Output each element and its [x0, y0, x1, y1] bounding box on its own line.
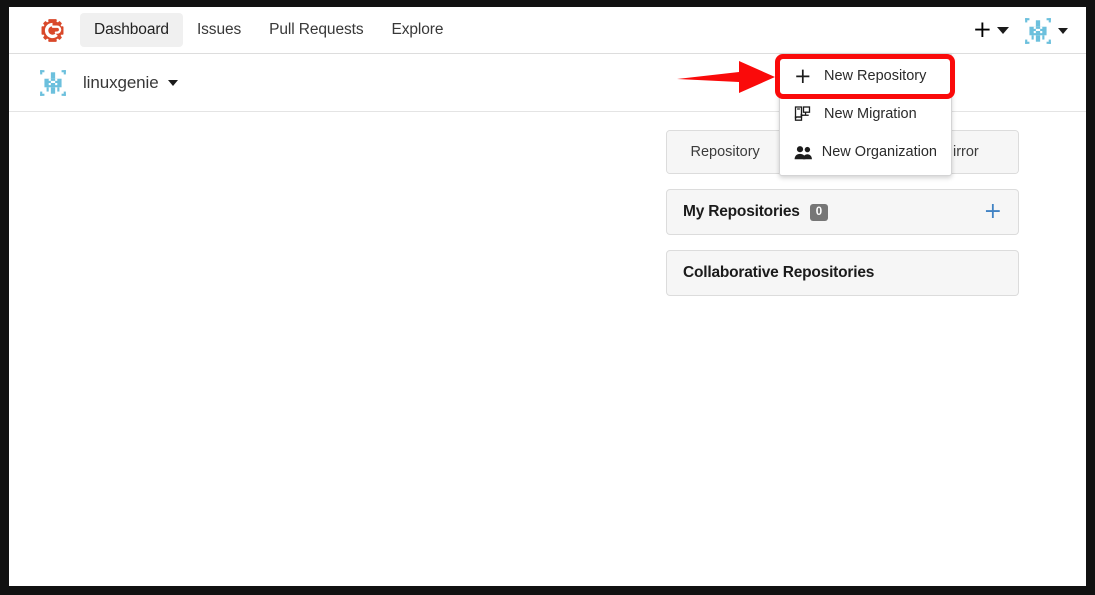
nav-item-explore-label: Explore: [391, 21, 444, 38]
tab-repository[interactable]: Repository: [667, 131, 785, 173]
my-repositories-panel: My Repositories 0 +: [666, 189, 1019, 235]
add-repository-button[interactable]: +: [984, 201, 1002, 223]
nav-item-dashboard-label: Dashboard: [94, 21, 169, 38]
username-label[interactable]: linuxgenie: [83, 73, 159, 93]
user-menu-button[interactable]: [1023, 15, 1068, 46]
screenshot-frame: Dashboard Issues Pull Requests Explore +: [0, 0, 1095, 595]
gitea-logo-icon[interactable]: [38, 16, 66, 44]
nav-item-pull-requests[interactable]: Pull Requests: [255, 13, 377, 47]
my-repositories-header: My Repositories 0 +: [667, 190, 1018, 234]
tab-repository-label: Repository: [690, 144, 760, 160]
chevron-down-icon: [1058, 27, 1068, 34]
collaborative-repositories-title: Collaborative Repositories: [683, 264, 875, 281]
menu-item-new-repository-label: New Repository: [824, 68, 927, 84]
create-new-menu-button[interactable]: +: [973, 19, 1009, 42]
collaborative-repositories-panel: Collaborative Repositories: [666, 250, 1019, 296]
top-navigation-bar: Dashboard Issues Pull Requests Explore +: [9, 7, 1086, 54]
nav-item-explore[interactable]: Explore: [377, 13, 457, 47]
chevron-down-icon[interactable]: [167, 79, 178, 86]
navbar-right-controls: +: [973, 7, 1068, 54]
plus-icon: +: [972, 17, 992, 43]
nav-item-issues-label: Issues: [196, 21, 242, 38]
menu-item-new-organization[interactable]: New Organization: [780, 133, 951, 171]
gitea-dashboard-page: Dashboard Issues Pull Requests Explore +: [9, 7, 1086, 586]
my-repositories-title: My Repositories: [683, 203, 800, 220]
menu-item-new-organization-label: New Organization: [821, 144, 937, 160]
red-arrow-right-icon: [677, 57, 777, 102]
collaborative-repositories-header: Collaborative Repositories: [667, 251, 1018, 295]
menu-item-new-migration[interactable]: New Migration: [780, 95, 951, 133]
menu-item-new-migration-label: New Migration: [824, 106, 917, 122]
organization-people-icon: [794, 145, 814, 160]
user-avatar-identicon: [38, 67, 68, 98]
my-repositories-count-badge: 0: [809, 203, 829, 221]
create-new-dropdown-menu: + New Repository New Migration New Organ…: [779, 53, 952, 176]
nav-item-dashboard[interactable]: Dashboard: [80, 13, 183, 47]
menu-item-new-repository[interactable]: + New Repository: [780, 57, 951, 95]
plus-icon: +: [794, 63, 812, 88]
nav-item-pull-requests-label: Pull Requests: [269, 21, 364, 38]
repo-migrate-icon: [794, 106, 816, 122]
nav-item-issues[interactable]: Issues: [183, 13, 255, 47]
nav-links: Dashboard Issues Pull Requests Explore: [80, 13, 457, 47]
user-avatar-identicon: [1023, 15, 1053, 46]
chevron-down-icon: [997, 27, 1009, 34]
